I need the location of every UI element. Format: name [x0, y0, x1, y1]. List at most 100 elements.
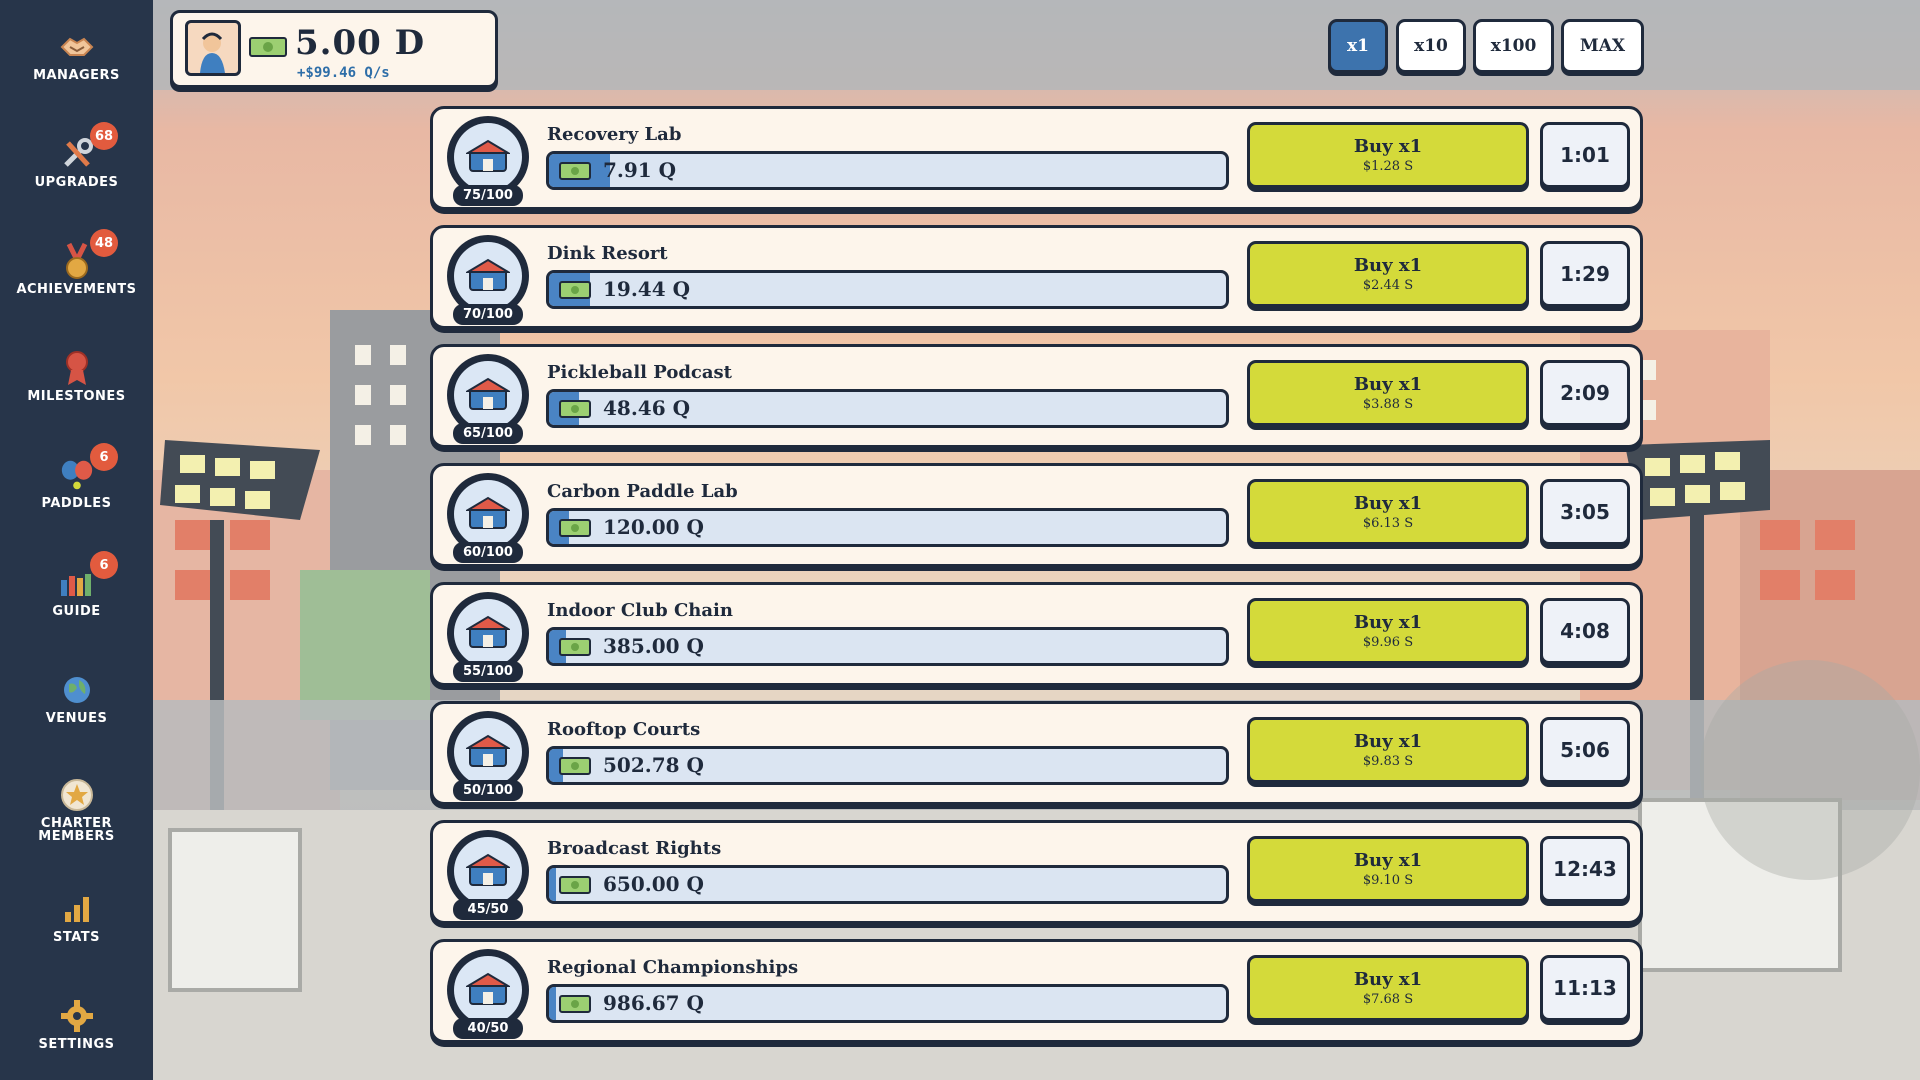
business-row: 70/100 Dink Resort 19.44 Q Buy x1 $2.44 … — [430, 225, 1643, 329]
progress-fill — [549, 868, 556, 901]
wallet-amount: 5.00 D — [295, 23, 426, 63]
tools-icon — [59, 136, 95, 172]
guide-icon — [59, 565, 95, 601]
star-badge-icon — [59, 777, 95, 813]
sidebar-item-label: UPGRADES — [34, 174, 119, 190]
sidebar: MANAGERS UPGRADES 68 ACHIEVEMENTS 48 MIL… — [0, 0, 153, 1080]
buy-cost: $9.10 S — [1362, 873, 1414, 888]
buy-label: Buy x1 — [1353, 969, 1423, 990]
owned-count: 55/100 — [453, 661, 523, 682]
sidebar-item-paddles[interactable]: PADDLES — [0, 433, 153, 533]
cycle-timer: 3:05 — [1540, 479, 1630, 545]
buy-cost: $7.68 S — [1362, 992, 1414, 1007]
business-name: Recovery Lab — [547, 124, 682, 145]
owned-count: 45/50 — [453, 899, 523, 920]
owned-count: 60/100 — [453, 542, 523, 563]
income-value: 986.67 Q — [603, 991, 704, 1015]
sidebar-item-label: ACHIEVEMENTS — [16, 281, 137, 297]
championship-icon — [454, 956, 522, 1024]
podcast-icon — [454, 361, 522, 429]
cash-icon — [559, 995, 591, 1013]
buy-cost: $6.13 S — [1362, 516, 1414, 531]
sidebar-item-venues[interactable]: VENUES — [0, 648, 153, 748]
upgrades-badge: 68 — [90, 122, 118, 150]
income-progress-bar: 986.67 Q — [546, 984, 1229, 1023]
paddle-lab-icon — [454, 480, 522, 548]
owned-count: 40/50 — [453, 1018, 523, 1039]
business-name: Regional Championships — [547, 957, 799, 978]
sidebar-item-label: PADDLES — [41, 495, 112, 511]
buy-label: Buy x1 — [1353, 255, 1423, 276]
business-name: Carbon Paddle Lab — [547, 481, 738, 502]
medal-icon — [59, 242, 95, 279]
dink-resort-icon — [454, 242, 522, 310]
income-progress-bar: 19.44 Q — [546, 270, 1229, 309]
cycle-timer: 2:09 — [1540, 360, 1630, 426]
buy-label: Buy x1 — [1353, 731, 1423, 752]
income-progress-bar: 502.78 Q — [546, 746, 1229, 785]
sidebar-item-label: VENUES — [45, 710, 108, 726]
sidebar-item-achievements[interactable]: ACHIEVEMENTS — [0, 219, 153, 319]
buy-button[interactable]: Buy x1 $9.83 S — [1247, 717, 1529, 783]
sidebar-item-label: CHARTER MEMBERS — [38, 816, 115, 844]
guide-badge: 6 — [90, 551, 118, 579]
buy-label: Buy x1 — [1353, 493, 1423, 514]
buy-button[interactable]: Buy x1 $9.96 S — [1247, 598, 1529, 664]
gear-icon — [59, 998, 95, 1034]
paddles-icon — [59, 457, 95, 493]
cycle-timer: 12:43 — [1540, 836, 1630, 902]
owned-count: 50/100 — [453, 780, 523, 801]
rooftop-courts-icon — [454, 718, 522, 786]
sidebar-item-managers[interactable]: MANAGERS — [0, 5, 153, 105]
sidebar-item-label: SETTINGS — [38, 1036, 115, 1052]
player-avatar[interactable] — [185, 20, 241, 76]
paddles-badge: 6 — [90, 443, 118, 471]
sidebar-item-charter-members[interactable]: CHARTER MEMBERS — [0, 760, 153, 860]
income-value: 385.00 Q — [603, 634, 704, 658]
cash-icon — [559, 162, 591, 180]
business-row: 45/50 Broadcast Rights 650.00 Q Buy x1 $… — [430, 820, 1643, 924]
sidebar-item-label: STATS — [52, 929, 100, 945]
multiplier-x1-button[interactable]: x1 — [1328, 19, 1388, 73]
broadcast-icon — [454, 837, 522, 905]
business-row: 55/100 Indoor Club Chain 385.00 Q Buy x1… — [430, 582, 1643, 686]
cash-icon — [249, 37, 287, 61]
buy-cost: $1.28 S — [1362, 159, 1414, 174]
buy-button[interactable]: Buy x1 $2.44 S — [1247, 241, 1529, 307]
sidebar-item-settings[interactable]: SETTINGS — [0, 974, 153, 1074]
cash-icon — [559, 876, 591, 894]
multiplier-x100-button[interactable]: x100 — [1473, 19, 1554, 73]
business-name: Pickleball Podcast — [547, 362, 733, 383]
business-row: 50/100 Rooftop Courts 502.78 Q Buy x1 $9… — [430, 701, 1643, 805]
income-value: 48.46 Q — [603, 396, 691, 420]
achievements-badge: 48 — [90, 229, 118, 257]
multiplier-x10-button[interactable]: x10 — [1396, 19, 1466, 73]
sidebar-item-upgrades[interactable]: UPGRADES — [0, 112, 153, 212]
bar-chart-icon — [59, 891, 95, 927]
buy-label: Buy x1 — [1353, 136, 1423, 157]
sidebar-item-guide[interactable]: GUIDE — [0, 541, 153, 641]
cash-icon — [559, 638, 591, 656]
owned-count: 75/100 — [453, 185, 523, 206]
sidebar-item-milestones[interactable]: MILESTONES — [0, 326, 153, 426]
buy-button[interactable]: Buy x1 $6.13 S — [1247, 479, 1529, 545]
income-value: 7.91 Q — [603, 158, 677, 182]
multiplier-max-button[interactable]: MAX — [1561, 19, 1644, 73]
buy-button[interactable]: Buy x1 $9.10 S — [1247, 836, 1529, 902]
business-row: 60/100 Carbon Paddle Lab 120.00 Q Buy x1… — [430, 463, 1643, 567]
income-value: 650.00 Q — [603, 872, 704, 896]
buy-cost: $2.44 S — [1362, 278, 1414, 293]
income-value: 502.78 Q — [603, 753, 704, 777]
cycle-timer: 4:08 — [1540, 598, 1630, 664]
recovery-lab-icon — [454, 123, 522, 191]
income-progress-bar: 120.00 Q — [546, 508, 1229, 547]
buy-button[interactable]: Buy x1 $3.88 S — [1247, 360, 1529, 426]
cycle-timer: 11:13 — [1540, 955, 1630, 1021]
buy-button[interactable]: Buy x1 $7.68 S — [1247, 955, 1529, 1021]
cycle-timer: 5:06 — [1540, 717, 1630, 783]
buy-button[interactable]: Buy x1 $1.28 S — [1247, 122, 1529, 188]
sidebar-item-stats[interactable]: STATS — [0, 867, 153, 967]
income-value: 19.44 Q — [603, 277, 691, 301]
owned-count: 70/100 — [453, 304, 523, 325]
income-rate: +$99.46 Q/s — [297, 65, 390, 81]
